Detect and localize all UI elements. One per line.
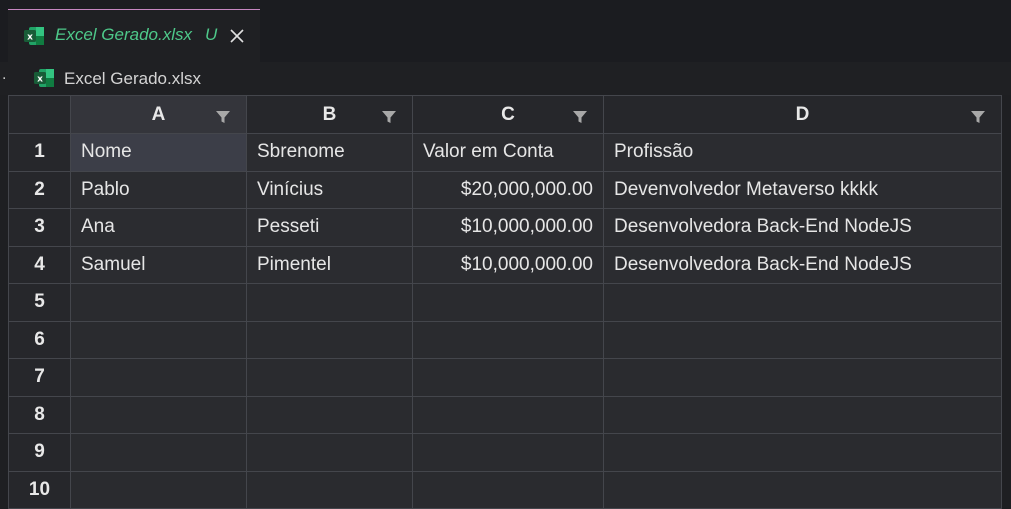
cell[interactable]: [603, 395, 1002, 434]
row-header[interactable]: 3: [8, 208, 71, 247]
column-header-a[interactable]: A: [70, 95, 247, 134]
cell[interactable]: [70, 283, 247, 322]
cell[interactable]: Vinícius: [246, 170, 413, 209]
cell[interactable]: [246, 470, 413, 509]
row-header[interactable]: 6: [8, 320, 71, 359]
row-header[interactable]: 1: [8, 133, 71, 172]
column-letter: D: [795, 103, 810, 125]
cell[interactable]: [246, 283, 413, 322]
table-row: 5: [8, 283, 1002, 322]
filter-icon[interactable]: [382, 108, 396, 123]
table-row: 4 Samuel Pimentel $10,000,000.00 Desenvo…: [8, 245, 1002, 284]
filter-icon[interactable]: [573, 108, 587, 123]
cell[interactable]: Pablo: [70, 170, 247, 209]
cell[interactable]: [70, 358, 247, 397]
cell[interactable]: [70, 433, 247, 472]
row-header[interactable]: 10: [8, 470, 71, 509]
row-header[interactable]: 4: [8, 245, 71, 284]
column-letter: C: [501, 103, 515, 125]
tab-excel-gerado[interactable]: x Excel Gerado.xlsx U: [8, 9, 260, 62]
breadcrumb-separator: .: [2, 66, 7, 83]
breadcrumb: . x Excel Gerado.xlsx: [0, 62, 1011, 95]
column-header-c[interactable]: C: [412, 95, 604, 134]
cell[interactable]: [412, 283, 604, 322]
table-row: 1 Nome Sbrenome Valor em Conta Profissão: [8, 133, 1002, 172]
cell[interactable]: Pesseti: [246, 208, 413, 247]
row-header[interactable]: 7: [8, 358, 71, 397]
cell[interactable]: [246, 320, 413, 359]
cell[interactable]: [603, 470, 1002, 509]
svg-text:x: x: [27, 33, 33, 43]
cell[interactable]: [70, 320, 247, 359]
row-header[interactable]: 8: [8, 395, 71, 434]
column-header-d[interactable]: D: [603, 95, 1002, 134]
cell[interactable]: [70, 395, 247, 434]
filter-icon[interactable]: [216, 108, 230, 123]
cell[interactable]: Desenvolvedora Back-End NodeJS: [603, 245, 1002, 284]
svg-text:x: x: [37, 75, 43, 85]
tab-bar: x Excel Gerado.xlsx U: [0, 0, 1011, 62]
cell[interactable]: Nome: [70, 133, 247, 172]
cell[interactable]: $10,000,000.00: [412, 208, 604, 247]
row-header[interactable]: 5: [8, 283, 71, 322]
cell[interactable]: [246, 358, 413, 397]
cell[interactable]: Desenvolvedora Back-End NodeJS: [603, 208, 1002, 247]
table-row: 9: [8, 433, 1002, 472]
cell[interactable]: Devenvolvedor Metaverso kkkk: [603, 170, 1002, 209]
cell[interactable]: [603, 320, 1002, 359]
row-header[interactable]: 9: [8, 433, 71, 472]
spreadsheet-grid: A B C D 1 Nome Sbrenome Valor em Conta P…: [8, 95, 1002, 509]
close-icon[interactable]: [230, 29, 244, 43]
cell[interactable]: $10,000,000.00: [412, 245, 604, 284]
table-row: 8: [8, 395, 1002, 434]
breadcrumb-file-label[interactable]: Excel Gerado.xlsx: [64, 69, 201, 89]
row-header[interactable]: 2: [8, 170, 71, 209]
cell[interactable]: [412, 358, 604, 397]
select-all-corner[interactable]: [8, 95, 71, 134]
cell[interactable]: [246, 395, 413, 434]
cell[interactable]: [412, 395, 604, 434]
table-row: 7: [8, 358, 1002, 397]
cell[interactable]: Profissão: [603, 133, 1002, 172]
cell[interactable]: [412, 320, 604, 359]
cell[interactable]: [603, 358, 1002, 397]
cell[interactable]: [412, 433, 604, 472]
excel-file-icon: x: [34, 69, 54, 87]
table-row: 2 Pablo Vinícius $20,000,000.00 Devenvol…: [8, 170, 1002, 209]
filter-icon[interactable]: [971, 108, 985, 123]
table-row: 3 Ana Pesseti $10,000,000.00 Desenvolved…: [8, 208, 1002, 247]
column-letter: A: [151, 103, 166, 125]
cell[interactable]: [246, 433, 413, 472]
cell[interactable]: Samuel: [70, 245, 247, 284]
cell[interactable]: Ana: [70, 208, 247, 247]
table-row: 6: [8, 320, 1002, 359]
excel-file-icon: x: [24, 27, 44, 45]
cell[interactable]: Pimentel: [246, 245, 413, 284]
column-header-b[interactable]: B: [246, 95, 413, 134]
cell[interactable]: Valor em Conta: [412, 133, 604, 172]
tab-status-badge: U: [205, 25, 218, 44]
column-letter: B: [322, 103, 337, 125]
cell[interactable]: $20,000,000.00: [412, 170, 604, 209]
cell[interactable]: [603, 433, 1002, 472]
tab-title: Excel Gerado.xlsx: [55, 25, 192, 44]
cell[interactable]: Sbrenome: [246, 133, 413, 172]
cell[interactable]: [70, 470, 247, 509]
cell[interactable]: [412, 470, 604, 509]
table-row: 10: [8, 470, 1002, 509]
column-header-row: A B C D: [8, 95, 1002, 134]
cell[interactable]: [603, 283, 1002, 322]
